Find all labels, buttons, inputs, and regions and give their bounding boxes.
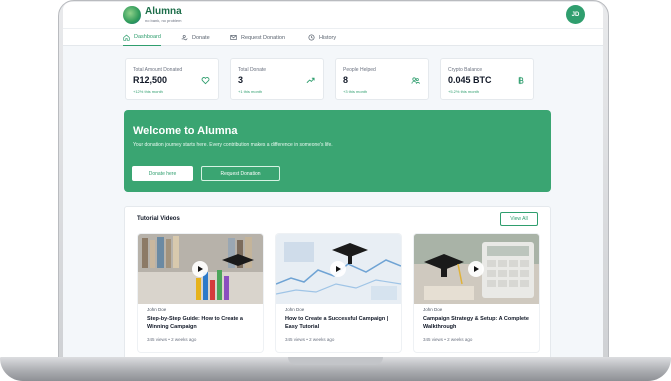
welcome-title: Welcome to Alumna xyxy=(133,125,238,137)
video-author: John Doe xyxy=(285,307,305,312)
bitcoin-icon xyxy=(518,76,524,85)
stat-label: Crypto Balance xyxy=(448,67,483,73)
video-age: 2 weeks ago xyxy=(447,337,473,342)
history-icon xyxy=(308,34,315,41)
user-avatar[interactable]: JD xyxy=(566,5,585,24)
tab-dashboard[interactable]: Dashboard xyxy=(123,29,161,46)
tab-history-label: History xyxy=(319,34,337,41)
video-card[interactable]: John Doe Step-by-Step Guide: How to Crea… xyxy=(138,234,263,352)
play-icon[interactable] xyxy=(330,261,346,277)
play-icon[interactable] xyxy=(192,261,208,277)
video-author: John Doe xyxy=(147,307,167,312)
video-views: 345 views xyxy=(285,337,306,342)
tab-history[interactable]: History xyxy=(308,29,336,46)
video-age: 2 weeks ago xyxy=(171,337,197,342)
main-nav: Dashboard Donate Request Donation Histor… xyxy=(63,28,603,46)
video-age: 2 weeks ago xyxy=(309,337,335,342)
brand-tagline: no bank, no problem xyxy=(145,18,182,23)
video-title[interactable]: How to Create a Successful Campaign | Ea… xyxy=(285,316,395,331)
video-author: John Doe xyxy=(423,307,443,312)
stat-value: 0.045 BTC xyxy=(448,75,492,85)
request-donation-button[interactable]: Request Donation xyxy=(201,166,280,181)
stat-delta: +3 this month xyxy=(343,89,368,94)
stat-total-amount-donated: Total Amount Donated R12,500 +12% this m… xyxy=(125,58,219,100)
alumna-logo-icon[interactable] xyxy=(123,6,141,24)
video-card[interactable]: John Doe Campaign Strategy & Setup: A Co… xyxy=(414,234,539,352)
video-meta: 345 views • 2 weeks ago xyxy=(423,337,473,342)
heart-icon xyxy=(201,77,210,85)
video-views: 345 views xyxy=(423,337,444,342)
stat-value: R12,500 xyxy=(133,75,168,85)
home-icon xyxy=(123,34,130,41)
tab-donate[interactable]: Donate xyxy=(181,29,210,46)
tab-request-donation-label: Request Donation xyxy=(241,34,286,41)
welcome-text: Your donation journey starts here. Every… xyxy=(133,142,333,148)
video-meta: 345 views • 2 weeks ago xyxy=(147,337,197,342)
stat-delta: +12% this month xyxy=(133,89,163,94)
stat-value: 3 xyxy=(238,75,244,85)
stat-delta: +1 this month xyxy=(238,89,263,94)
donate-here-button[interactable]: Donate here xyxy=(132,166,193,181)
tab-dashboard-label: Dashboard xyxy=(134,34,161,40)
people-icon xyxy=(411,77,420,84)
video-card[interactable]: John Doe How to Create a Successful Camp… xyxy=(276,234,401,352)
donate-icon xyxy=(181,34,188,41)
header: Alumna no bank, no problem JD xyxy=(63,2,603,28)
trend-up-icon xyxy=(306,77,315,84)
stat-delta: +5.2% this month xyxy=(448,89,480,94)
stat-label: Total Amount Donated xyxy=(133,67,183,73)
stat-label: Total Donate xyxy=(238,67,267,73)
video-views: 345 views xyxy=(147,337,168,342)
tab-donate-label: Donate xyxy=(192,34,210,41)
video-title[interactable]: Step-by-Step Guide: How to Create a Winn… xyxy=(147,316,257,331)
app-screen: Alumna no bank, no problem JD Dashboard … xyxy=(63,2,603,357)
stat-people-helped: People Helped 8 +3 this month xyxy=(335,58,429,100)
stat-crypto-balance: Crypto Balance 0.045 BTC +5.2% this mont… xyxy=(440,58,534,100)
video-meta: 345 views • 2 weeks ago xyxy=(285,337,335,342)
stat-total-donate: Total Donate 3 +1 this month xyxy=(230,58,324,100)
play-icon[interactable] xyxy=(468,261,484,277)
video-title[interactable]: Campaign Strategy & Setup: A Complete Wa… xyxy=(423,316,533,331)
laptop-notch xyxy=(288,357,383,365)
tutorial-videos-section: Tutorial Videos View All John Doe Step-b… xyxy=(124,206,551,357)
brand-name: Alumna xyxy=(145,6,182,17)
stat-value: 8 xyxy=(343,75,349,85)
section-title: Tutorial Videos xyxy=(137,216,180,222)
mail-icon xyxy=(230,35,237,40)
welcome-banner: Welcome to Alumna Your donation journey … xyxy=(124,110,551,192)
stat-label: People Helped xyxy=(343,67,376,73)
view-all-button[interactable]: View All xyxy=(500,212,538,226)
tab-request-donation[interactable]: Request Donation xyxy=(230,29,285,46)
